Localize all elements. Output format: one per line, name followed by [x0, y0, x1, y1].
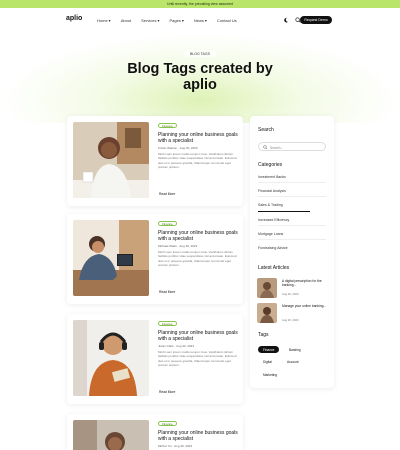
page-title: Blog Tags created by aplio — [127, 61, 273, 93]
announcement-text: Until recently, the prevailing view assu… — [167, 2, 233, 6]
category-divider — [258, 225, 326, 226]
read-more-link[interactable]: Read More — [159, 390, 175, 394]
post-excerpt: Morbi sem ipsum mattis tempor risus. Ves… — [158, 152, 237, 170]
tag-pill[interactable]: Banking — [284, 346, 306, 353]
post-meta: Michael Wade · Aug 30, 2023 — [158, 244, 198, 248]
search-input[interactable]: Search... — [258, 142, 326, 151]
category-link[interactable]: Increased Efficiency — [258, 218, 326, 222]
latest-article-title[interactable]: A digital prescription for the banking..… — [282, 279, 332, 288]
latest-articles-heading: Latest Articles — [258, 265, 290, 271]
post-meta: Michel Yiu · Aug 30, 2023 — [158, 444, 193, 448]
tag-pill[interactable]: Marketing — [258, 371, 282, 378]
post-title[interactable]: Planning your online business goals with… — [158, 132, 238, 144]
category-divider — [258, 239, 326, 240]
chevron-down-icon: ▾ — [204, 18, 207, 23]
nav-home[interactable]: Home ▾ — [97, 18, 111, 23]
post-thumbnail[interactable] — [73, 122, 149, 198]
post-thumbnail[interactable] — [73, 220, 149, 296]
hero-badge: BLOG TAGS — [184, 50, 216, 57]
search-heading: Search — [258, 127, 274, 133]
blog-post-card[interactable]: Finance Planning your online business go… — [67, 314, 243, 404]
read-more-link[interactable]: Read More — [159, 290, 175, 294]
category-link[interactable]: Investment Banks — [258, 175, 326, 179]
latest-article-date: Aug 20, 2023 — [282, 292, 299, 296]
post-excerpt: Morbi sem ipsum mattis tempor risus. Ves… — [158, 250, 237, 268]
post-title[interactable]: Planning your online business goals with… — [158, 230, 238, 242]
post-title[interactable]: Planning your online business goals with… — [158, 430, 238, 442]
post-thumbnail[interactable] — [73, 420, 149, 450]
category-divider — [258, 196, 326, 197]
post-title[interactable]: Planning your online business goals with… — [158, 330, 238, 342]
category-divider-active — [258, 211, 310, 212]
tag-pill[interactable]: Account — [282, 358, 304, 365]
request-demo-button[interactable]: Request Demo — [300, 16, 332, 24]
nav-services[interactable]: Services ▾ — [141, 18, 159, 23]
category-link-active[interactable]: Sales & Trading — [258, 203, 326, 207]
blog-post-card[interactable]: Finance Planning your online business go… — [67, 414, 243, 450]
moon-icon[interactable] — [283, 17, 289, 23]
post-tag[interactable]: Finance — [158, 321, 177, 326]
blog-post-card[interactable]: Finance Planning your online business go… — [67, 116, 243, 206]
latest-article-title[interactable]: Manage your online banking... — [282, 304, 332, 308]
category-link[interactable]: Mortgage Loans — [258, 232, 326, 236]
tag-pill[interactable]: Digital — [258, 358, 277, 365]
main-nav: Home ▾ About Services ▾ Pages ▾ News ▾ Conta… — [97, 18, 237, 23]
post-excerpt: Morbi sem ipsum mattis tempor risus. Ves… — [158, 350, 237, 368]
post-meta: Kristin Watson · Aug 30, 2023 — [158, 146, 198, 150]
post-meta: Justin Clark · Aug 30, 2023 — [158, 344, 195, 348]
search-placeholder: Search... — [270, 145, 284, 150]
search-icon — [263, 145, 268, 150]
tag-pill-active[interactable]: Finance — [258, 346, 280, 353]
site-logo[interactable]: aplio — [66, 15, 82, 22]
nav-pages[interactable]: Pages ▾ — [170, 18, 184, 23]
announcement-bar: Until recently, the prevailing view assu… — [0, 0, 400, 8]
read-more-link[interactable]: Read More — [159, 192, 175, 196]
latest-article-thumbnail[interactable] — [257, 303, 277, 323]
post-thumbnail[interactable] — [73, 320, 149, 396]
post-tag[interactable]: Finance — [158, 421, 177, 426]
header-icons — [283, 17, 301, 23]
chevron-down-icon: ▾ — [157, 18, 160, 23]
nav-about[interactable]: About — [121, 18, 131, 23]
nav-news[interactable]: News ▾ — [194, 18, 207, 23]
category-link[interactable]: Fundraising Advice — [258, 246, 326, 250]
site-header: aplio Home ▾ About Services ▾ Pages ▾ News ▾… — [0, 8, 400, 33]
blog-post-card[interactable]: Finance Planning your online business go… — [67, 214, 243, 304]
post-tag[interactable]: Finance — [158, 123, 177, 128]
latest-article-date: Aug 20, 2023 — [282, 318, 299, 322]
latest-article-thumbnail[interactable] — [257, 278, 277, 298]
category-link[interactable]: Financial Analysis — [258, 189, 326, 193]
tags-heading: Tags — [258, 332, 269, 338]
nav-contact[interactable]: Contact Us — [217, 18, 237, 23]
categories-heading: Categories — [258, 162, 283, 168]
chevron-down-icon: ▾ — [181, 18, 184, 23]
category-divider — [258, 182, 326, 183]
chevron-down-icon: ▾ — [108, 18, 111, 23]
post-tag[interactable]: Finance — [158, 221, 177, 226]
